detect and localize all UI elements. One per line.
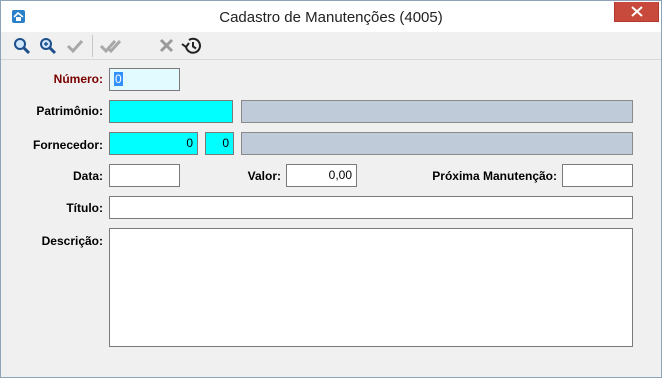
fornecedor-description-field [241,132,633,155]
toolbar-separator [92,35,93,57]
history-button[interactable] [181,36,201,56]
data-field[interactable] [109,164,180,187]
confirm-button[interactable] [65,36,85,56]
numero-value: 0 [114,72,123,86]
titulo-field[interactable] [109,196,633,219]
patrimonio-description-field [241,100,633,123]
confirm-all-button[interactable] [99,36,122,56]
valor-field[interactable]: 0,00 [286,164,357,187]
fornecedor-label: Fornecedor: [32,138,103,152]
close-icon [631,6,643,17]
window-title: Cadastro de Manutenções (4005) [219,9,443,26]
search-button[interactable] [12,36,32,56]
fornecedor-code-field[interactable]: 0 [205,132,234,155]
numero-label: Número: [53,72,103,86]
double-check-icon [99,39,122,54]
title-bar: Cadastro de Manutenções (4005) [1,1,661,32]
proxima-manutencao-label: Próxima Manutenção: [432,169,557,183]
proxima-manutencao-field[interactable] [562,164,633,187]
cancel-icon [159,38,174,53]
maintenance-window: Cadastro de Manutenções (4005) Número: 0… [0,0,662,378]
descricao-textarea[interactable] [109,228,633,347]
patrimonio-field[interactable] [109,100,233,123]
patrimonio-label: Patrimônio: [36,104,103,118]
fornecedor-field[interactable]: 0 [109,132,198,155]
toolbar [1,32,661,60]
check-icon [66,39,84,54]
search-icon [14,38,31,55]
search-plus-button[interactable] [38,36,58,56]
descricao-label: Descrição: [41,234,103,248]
search-plus-icon [40,38,57,55]
valor-label: Valor: [247,169,281,183]
close-button[interactable] [614,2,659,22]
data-label: Data: [72,169,103,183]
titulo-label: Título: [66,201,103,215]
history-icon [181,37,201,54]
cancel-button[interactable] [157,36,177,56]
numero-field[interactable]: 0 [109,68,180,91]
